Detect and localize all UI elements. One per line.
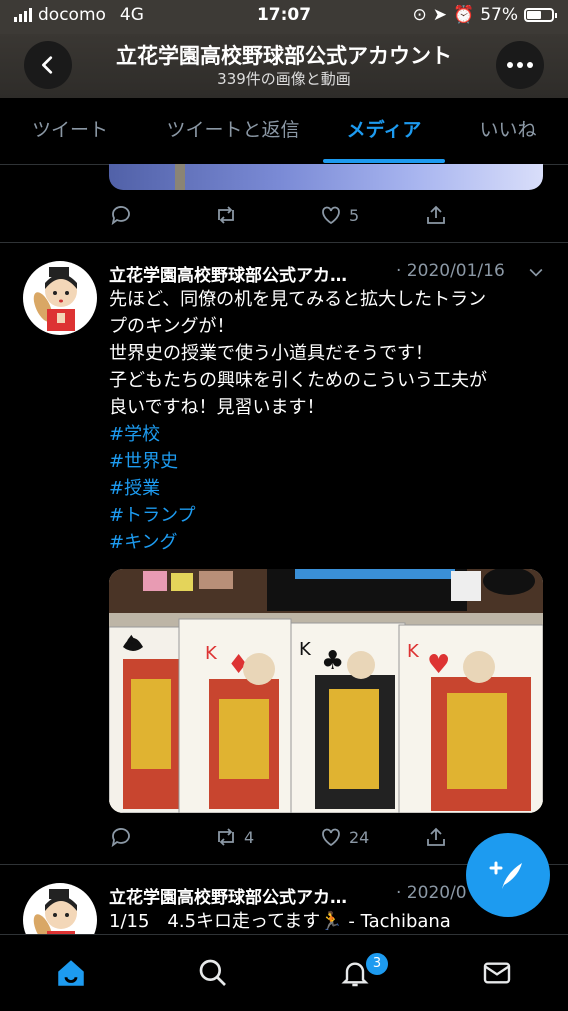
svg-text:♠: ♠ bbox=[125, 633, 138, 649]
share-icon bbox=[427, 827, 445, 846]
tweet-date[interactable]: · 2020/0 bbox=[396, 883, 476, 903]
svg-text:K: K bbox=[407, 641, 420, 662]
reply-button[interactable] bbox=[109, 203, 214, 227]
reply-button[interactable] bbox=[109, 825, 214, 849]
hashtag-link[interactable]: #トランプ bbox=[109, 502, 549, 529]
more-icon bbox=[507, 62, 533, 68]
like-count: 5 bbox=[349, 205, 360, 225]
page-title: 立花学園高校野球部公式アカウント bbox=[116, 44, 452, 68]
chevron-down-icon bbox=[529, 268, 543, 277]
compose-feather-icon bbox=[489, 861, 522, 889]
hashtag-link[interactable]: #キング bbox=[109, 529, 549, 556]
battery-percent: 57% bbox=[480, 5, 518, 25]
prev-tweet-actions: 5 bbox=[109, 200, 529, 230]
tweet-date[interactable]: · 2020/01/16 bbox=[396, 261, 505, 281]
retweet-icon bbox=[218, 206, 234, 224]
hashtag-link[interactable]: #世界史 bbox=[109, 448, 549, 475]
notification-badge: 3 bbox=[364, 951, 390, 977]
mascot-avatar-icon bbox=[33, 267, 77, 331]
profile-header: 立花学園高校野球部公式アカウント 339件の画像と動画 bbox=[0, 34, 568, 98]
heart-icon bbox=[322, 828, 340, 847]
mail-icon bbox=[483, 962, 511, 984]
bottom-nav: 3 bbox=[0, 934, 568, 1011]
alarm-icon: ⏰ bbox=[453, 5, 475, 25]
home-icon bbox=[58, 960, 84, 986]
retweet-count: 4 bbox=[244, 827, 255, 847]
playing-cards-photo: ♠ K ♦ K ♣ K ♥ bbox=[109, 569, 543, 813]
share-button[interactable] bbox=[424, 203, 529, 227]
like-button[interactable]: 24 bbox=[319, 825, 424, 849]
active-tab-indicator bbox=[323, 159, 445, 163]
tweet-text: 1/15 4.5キロ走ってます🏃 - Tachibana bbox=[109, 911, 451, 932]
prev-tweet-media[interactable] bbox=[109, 164, 543, 190]
avatar[interactable] bbox=[23, 261, 97, 335]
more-button[interactable] bbox=[496, 41, 544, 89]
retweet-icon bbox=[218, 828, 234, 846]
nav-messages[interactable] bbox=[477, 953, 517, 993]
author-name[interactable]: 立花学園高校野球部公式アカ… bbox=[109, 261, 347, 286]
reply-icon bbox=[111, 206, 130, 226]
tweet-photo[interactable]: ♠ K ♦ K ♣ K ♥ bbox=[109, 569, 543, 813]
status-bar: docomo 4G 17:07 ⊙ ➤ ⏰ 57% bbox=[0, 0, 568, 34]
rotation-lock-icon: ⊙ bbox=[412, 5, 427, 25]
svg-text:K: K bbox=[299, 639, 312, 660]
retweet-button[interactable] bbox=[214, 203, 319, 227]
reply-icon bbox=[111, 828, 130, 848]
svg-text:♥: ♥ bbox=[427, 650, 450, 680]
search-icon bbox=[199, 959, 226, 986]
hashtag-link[interactable]: #学校 bbox=[109, 421, 549, 448]
back-button[interactable] bbox=[24, 41, 72, 89]
retweet-button[interactable]: 4 bbox=[214, 825, 319, 849]
tab-media[interactable]: メディア bbox=[323, 98, 445, 164]
heart-icon bbox=[322, 206, 340, 225]
profile-tabs: ツイート ツイートと返信 メディア いいね bbox=[0, 98, 568, 165]
location-icon: ➤ bbox=[432, 5, 448, 25]
nav-search[interactable] bbox=[193, 953, 233, 993]
media-count: 339件の画像と動画 bbox=[217, 70, 351, 88]
nav-home[interactable] bbox=[51, 953, 91, 993]
tweet-text: 先ほど、同僚の机を見てみると拡大したトラン プのキングが！ 世界史の授業で使う小… bbox=[109, 286, 549, 556]
battery-icon bbox=[524, 8, 557, 22]
tab-tweets[interactable]: ツイート bbox=[14, 98, 126, 164]
tab-tweets-replies[interactable]: ツイートと返信 bbox=[150, 98, 316, 164]
svg-text:♣: ♣ bbox=[321, 646, 344, 676]
like-button[interactable]: 5 bbox=[319, 203, 424, 227]
author-name[interactable]: 立花学園高校野球部公式アカ… bbox=[109, 883, 347, 908]
compose-tweet-button[interactable] bbox=[466, 833, 550, 917]
chevron-left-icon bbox=[42, 56, 53, 74]
tab-likes[interactable]: いいね bbox=[468, 98, 548, 164]
hashtag-link[interactable]: #授業 bbox=[109, 475, 549, 502]
svg-text:K: K bbox=[205, 643, 218, 664]
divider bbox=[0, 242, 568, 243]
caret-button[interactable] bbox=[526, 262, 546, 286]
share-icon bbox=[427, 205, 445, 224]
like-count: 24 bbox=[349, 827, 370, 847]
tweet-actions: 4 24 bbox=[109, 822, 529, 852]
